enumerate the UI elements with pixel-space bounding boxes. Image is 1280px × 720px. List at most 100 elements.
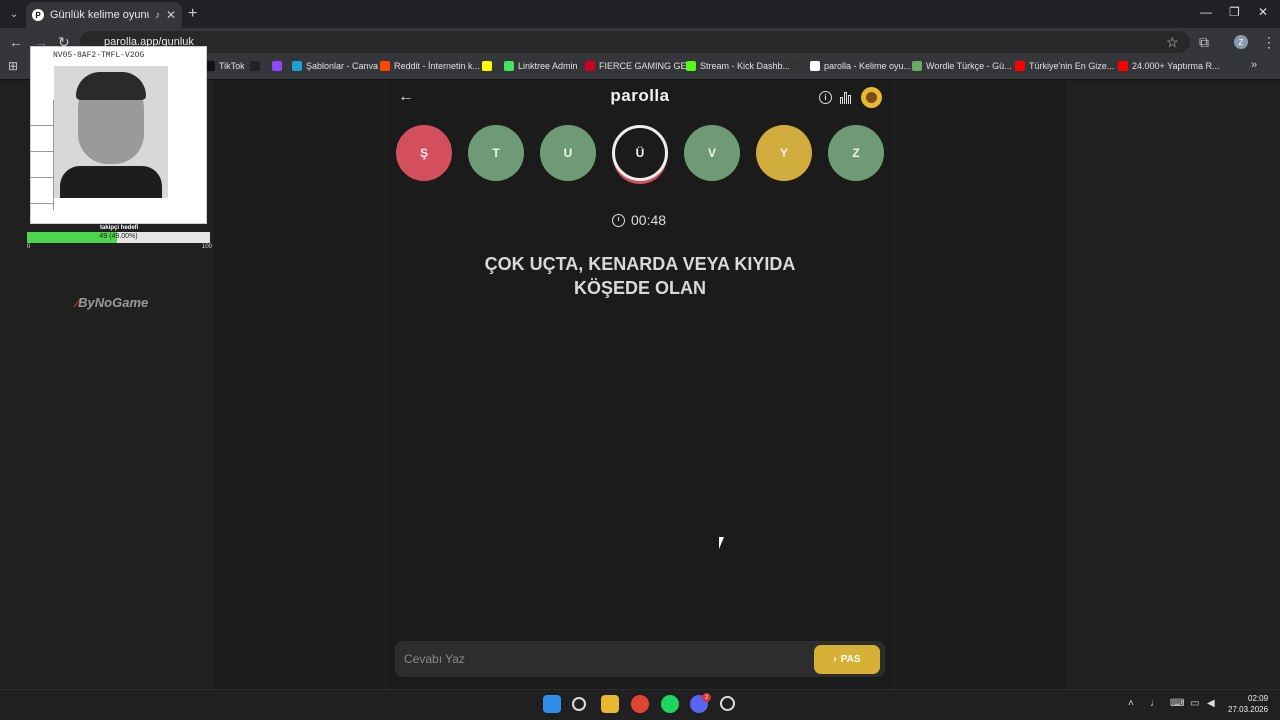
bookmark-item[interactable]	[482, 61, 492, 71]
browser-menu-icon[interactable]: ⋮	[1262, 34, 1276, 51]
answer-input[interactable]	[404, 648, 804, 670]
bookmark-favicon-icon	[272, 61, 282, 71]
letter-circle: T	[468, 125, 524, 181]
chrome-icon[interactable]	[631, 695, 649, 713]
bookmark-label: Wordle Türkçe - Gü...	[926, 61, 1012, 71]
bookmark-star-icon[interactable]: ☆	[1166, 34, 1179, 51]
bookmark-favicon-icon	[250, 61, 260, 71]
timer-value: 00:48	[631, 212, 667, 228]
progress-min: 0	[27, 244, 31, 250]
bookmark-item[interactable]: parolla - Kelime oyu...	[810, 61, 911, 71]
question-text: ÇOK UÇTA, KENARDA VEYA KIYIDA KÖŞEDE OLA…	[420, 252, 860, 300]
close-window-icon[interactable]: ✕	[1258, 5, 1268, 19]
stats-icon[interactable]	[840, 91, 854, 104]
clock-icon	[612, 213, 625, 227]
bookmark-item[interactable]: Wordle Türkçe - Gü...	[912, 61, 1012, 71]
bookmark-item[interactable]: Stream - Kick Dashb...	[686, 61, 790, 71]
extensions-icon[interactable]: ⧉	[1199, 34, 1209, 51]
volume-icon[interactable]: ◀	[1207, 698, 1215, 709]
system-clock[interactable]: 02:09 27.03.2026	[1228, 693, 1268, 715]
bookmark-item[interactable]: FIERCE GAMING GE...	[585, 61, 694, 71]
tray-chevron-icon[interactable]: ˄	[1128, 698, 1134, 709]
windows-start-icon[interactable]	[543, 695, 561, 713]
bookmark-label: Reddit - İnternetin k...	[394, 61, 481, 71]
card-lines	[30, 100, 54, 210]
bookmark-favicon-icon	[912, 61, 922, 71]
progress-text: 49 (49.00%)	[99, 233, 138, 240]
question-line-1: ÇOK UÇTA, KENARDA VEYA KIYIDA	[484, 254, 796, 274]
browser-tab[interactable]: P Günlük kelime oyunu - parolla ♪ ✕	[26, 2, 182, 28]
bookmark-item[interactable]	[250, 61, 260, 71]
question-line-2: KÖŞEDE OLAN	[573, 278, 706, 298]
info-icon[interactable]: i	[819, 91, 832, 104]
clock-time: 02:09	[1248, 694, 1269, 703]
minimize-icon[interactable]: —	[1200, 5, 1212, 19]
profile-avatar-icon[interactable]: Z	[1234, 35, 1248, 49]
bookmark-item[interactable]: Reddit - İnternetin k...	[380, 61, 480, 71]
bookmark-favicon-icon	[380, 61, 390, 71]
bookmark-label: TikTok	[219, 61, 245, 71]
keyboard-icon[interactable]: ⌨	[1170, 698, 1184, 709]
pass-label: PAS	[840, 654, 861, 665]
bookmark-item[interactable]: Şablonlar - Canva	[292, 61, 378, 71]
bookmark-favicon-icon	[504, 61, 514, 71]
portrait-photo	[54, 66, 168, 198]
bookmark-label: Türkiye'nin En Gize...	[1029, 61, 1115, 71]
timer: 00:48	[612, 212, 666, 228]
bookmark-label: FIERCE GAMING GE...	[599, 61, 695, 71]
tab-search-chevron-icon[interactable]: ⌄	[6, 6, 22, 22]
bookmark-item[interactable]: TikTok	[205, 61, 245, 71]
bookmark-item[interactable]	[272, 61, 282, 71]
letter-circle: V	[684, 125, 740, 181]
tab-close-icon[interactable]: ✕	[166, 8, 176, 22]
restore-icon[interactable]: ❐	[1229, 5, 1240, 19]
bookmark-favicon-icon	[1015, 61, 1025, 71]
letter-circle: Y	[756, 125, 812, 181]
letter-circle: U	[540, 125, 596, 181]
progress-max: 100	[202, 244, 213, 250]
app-icon[interactable]	[720, 696, 735, 711]
bookmark-favicon-icon	[585, 61, 595, 71]
right-gutter	[1066, 81, 1280, 689]
user-avatar-icon[interactable]	[861, 87, 882, 108]
letter-circle: Z	[828, 125, 884, 181]
clock-date: 27.03.2026	[1228, 705, 1269, 714]
bookmark-favicon-icon	[1118, 61, 1128, 71]
bookmark-favicon-icon	[292, 61, 302, 71]
bookmark-item[interactable]	[789, 61, 799, 71]
bookmark-label: Şablonlar - Canva	[306, 61, 379, 71]
sponsor-logo: ⁄ByNoGame	[76, 295, 148, 310]
bookmark-item[interactable]: 24.000+ Yaptırma R...	[1118, 61, 1219, 71]
search-icon[interactable]	[572, 697, 586, 711]
new-tab-icon[interactable]: +	[188, 5, 197, 23]
bookmark-favicon-icon	[482, 61, 492, 71]
tab-audio-icon[interactable]: ♪	[155, 10, 160, 21]
tab-title: Günlük kelime oyunu - parolla	[50, 9, 149, 21]
bookmark-favicon-icon	[686, 61, 696, 71]
back-nav-icon[interactable]: ←	[9, 34, 23, 50]
mouse-cursor-icon	[719, 537, 729, 549]
sponsor-name: ByNoGame	[78, 295, 149, 310]
bookmark-label: Linktree Admin	[518, 61, 578, 71]
apps-grid-icon[interactable]: ⊞	[8, 59, 18, 73]
arrow-left-icon[interactable]: ←	[398, 88, 414, 106]
chevron-right-icon: ›	[833, 654, 837, 665]
letter-circle: Ş	[396, 125, 452, 181]
more-bookmarks-icon[interactable]: »	[1251, 59, 1257, 71]
omnibox[interactable]	[80, 31, 1190, 53]
site-logo[interactable]: parolla	[540, 86, 740, 106]
progress-label: takipçi hedefi	[100, 225, 139, 231]
discord-badge: 2	[702, 693, 711, 702]
bookmark-label: 24.000+ Yaptırma R...	[1132, 61, 1220, 71]
file-explorer-icon[interactable]	[601, 695, 619, 713]
microphone-icon[interactable]: ♩	[1150, 698, 1160, 709]
tab-favicon-icon: P	[32, 9, 44, 21]
bookmark-item[interactable]: Türkiye'nin En Gize...	[1015, 61, 1114, 71]
network-icon[interactable]: ▭	[1190, 698, 1199, 709]
bookmark-label: Stream - Kick Dashb...	[700, 61, 791, 71]
pass-button[interactable]: › PAS	[814, 645, 880, 674]
bookmark-item[interactable]: Linktree Admin	[504, 61, 578, 71]
spotify-icon[interactable]	[661, 695, 679, 713]
follower-goal-bar: 49 (49.00%)	[27, 232, 210, 243]
bookmark-favicon-icon	[810, 61, 820, 71]
